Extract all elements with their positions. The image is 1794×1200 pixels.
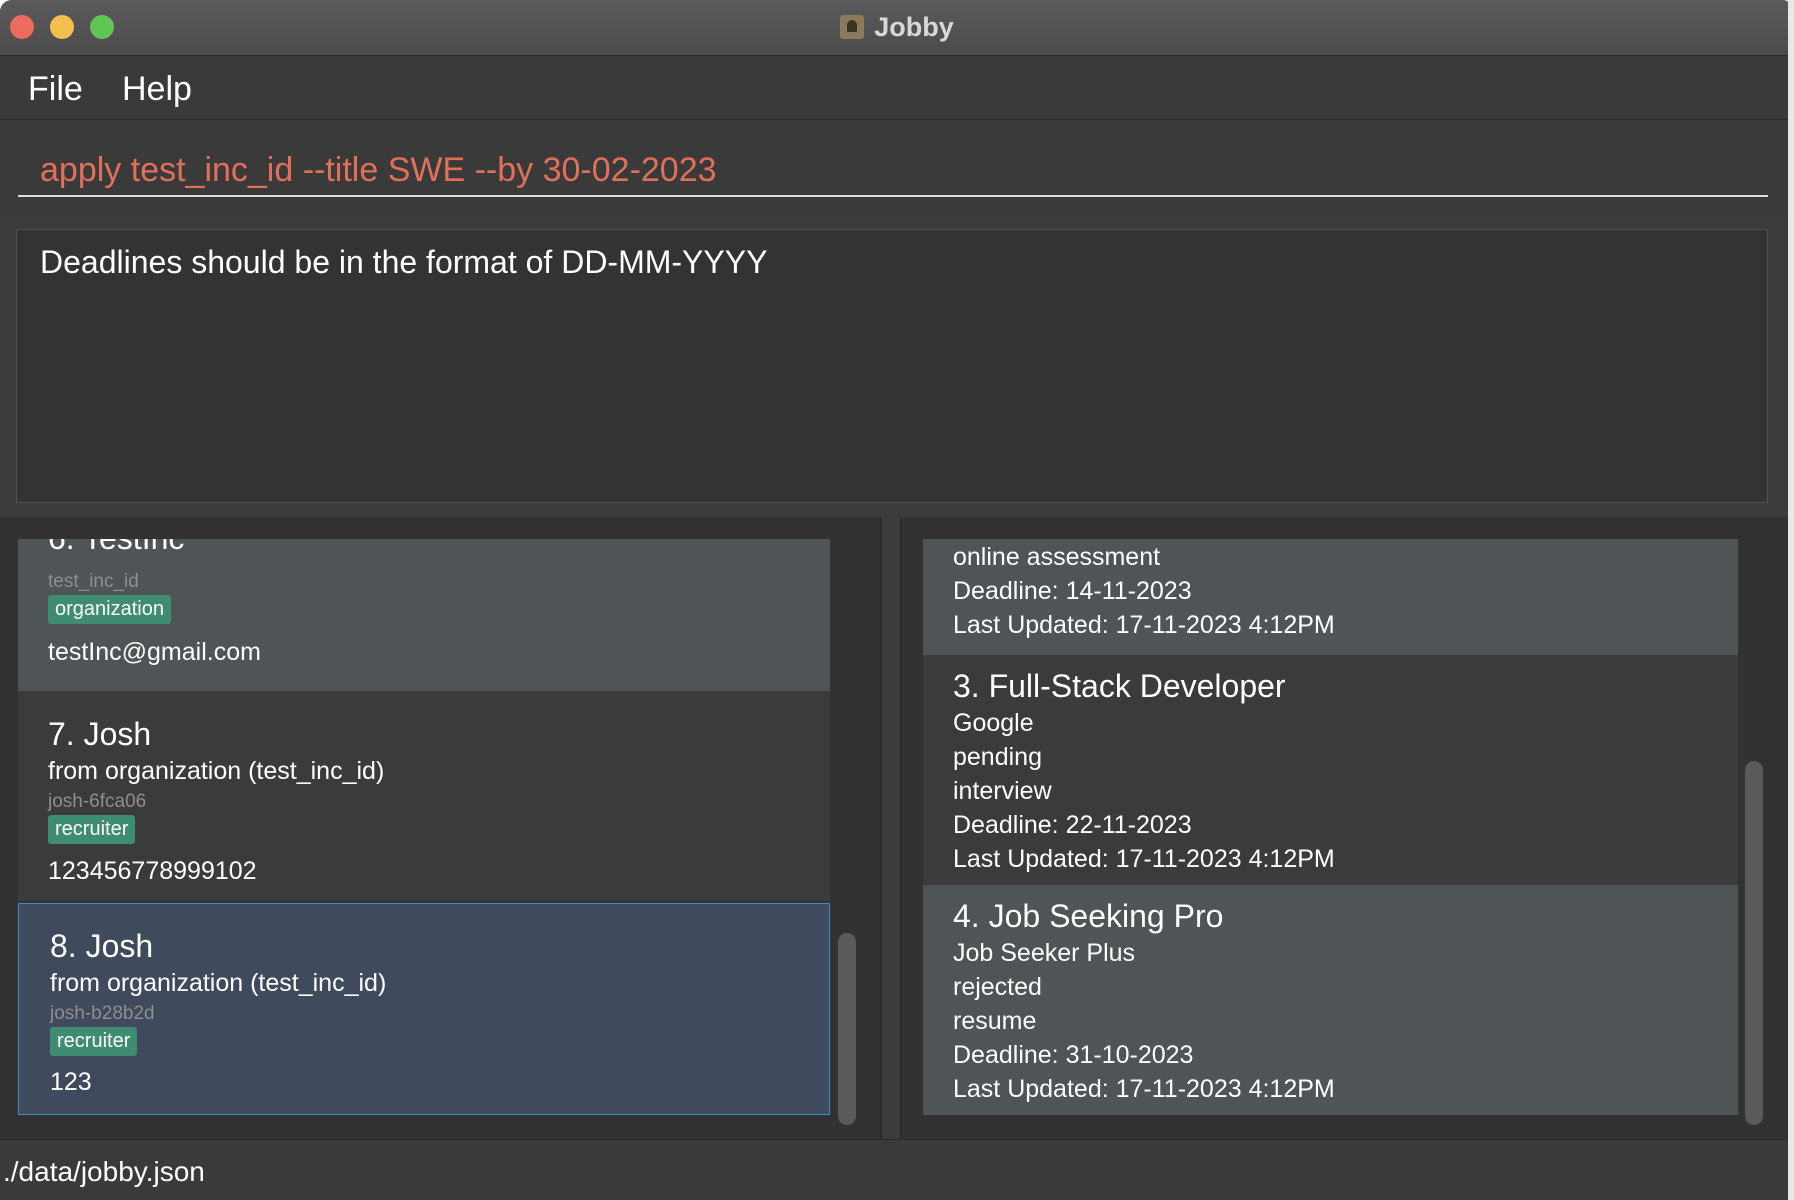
title-bar: Jobby — [0, 0, 1794, 56]
application-last-updated: Last Updated: 17-11-2023 4:12PM — [953, 845, 1335, 873]
contact-list[interactable]: 6. TestInc test_inc_id organization test… — [18, 539, 830, 1135]
contact-card-selected[interactable]: 8. Josh from organization (test_inc_id) … — [18, 903, 830, 1115]
application-list-scrollbar[interactable] — [1745, 761, 1763, 1125]
result-message: Deadlines should be in the format of DD-… — [40, 244, 768, 280]
application-stage: interview — [953, 777, 1052, 805]
contact-organization: from organization (test_inc_id) — [48, 757, 385, 785]
data-file-path: ./data/jobby.json — [3, 1156, 205, 1187]
application-status: rejected — [953, 973, 1042, 1001]
contact-list-panel: 6. TestInc test_inc_id organization test… — [0, 517, 882, 1139]
contact-detail: testInc@gmail.com — [48, 638, 261, 666]
result-display: Deadlines should be in the format of DD-… — [16, 229, 1768, 503]
application-list[interactable]: online assessment Deadline: 14-11-2023 L… — [923, 539, 1738, 1135]
contact-id: test_inc_id — [48, 571, 139, 592]
window-title-wrap: Jobby — [0, 12, 1794, 43]
application-stage: online assessment — [953, 543, 1161, 571]
application-last-updated: Last Updated: 17-11-2023 4:12PM — [953, 611, 1335, 639]
menu-bar: File Help — [0, 56, 1794, 120]
application-last-updated: Last Updated: 17-11-2023 4:12PM — [953, 1075, 1335, 1103]
application-list-panel: online assessment Deadline: 14-11-2023 L… — [900, 517, 1794, 1139]
contact-id: josh-b28b2d — [50, 1003, 155, 1024]
app-icon — [840, 15, 865, 39]
application-company: Google — [953, 709, 1034, 737]
contact-id: josh-6fca06 — [48, 791, 147, 812]
application-deadline: Deadline: 22-11-2023 — [953, 811, 1192, 839]
application-card[interactable]: online assessment Deadline: 14-11-2023 L… — [923, 539, 1738, 655]
application-card[interactable]: 4. Job Seeking Pro Job Seeker Plus rejec… — [923, 885, 1738, 1115]
contact-name: 6. TestInc — [48, 539, 184, 557]
contact-card[interactable]: 7. Josh from organization (test_inc_id) … — [18, 691, 830, 901]
contact-list-scrollbar[interactable] — [838, 933, 856, 1125]
status-bar: ./data/jobby.json — [0, 1139, 1794, 1200]
app-window: Jobby File Help Deadlines should be in t… — [0, 0, 1794, 1200]
application-card[interactable]: 3. Full-Stack Developer Google pending i… — [923, 655, 1738, 885]
command-input[interactable] — [18, 145, 1768, 197]
application-deadline: Deadline: 14-11-2023 — [953, 577, 1192, 605]
contact-name: 7. Josh — [48, 716, 152, 752]
window-title: Jobby — [874, 12, 954, 42]
application-title: 3. Full-Stack Developer — [953, 668, 1286, 704]
application-stage: resume — [953, 1007, 1037, 1035]
application-status: pending — [953, 743, 1042, 771]
application-title: 4. Job Seeking Pro — [953, 898, 1224, 934]
contact-name: 8. Josh — [50, 928, 154, 964]
contact-tag: organization — [48, 595, 171, 624]
contact-tag: recruiter — [50, 1027, 138, 1056]
contact-card[interactable]: 6. TestInc test_inc_id organization test… — [18, 539, 830, 691]
window-edge — [1788, 0, 1794, 1200]
contact-organization: from organization (test_inc_id) — [50, 969, 387, 997]
contact-detail: 123 — [50, 1068, 92, 1096]
contact-detail: 123456778999102 — [48, 857, 257, 885]
menu-help[interactable]: Help — [122, 70, 192, 109]
menu-file[interactable]: File — [28, 70, 83, 109]
contact-tag: recruiter — [48, 815, 136, 844]
application-deadline: Deadline: 31-10-2023 — [953, 1041, 1194, 1069]
application-company: Job Seeker Plus — [953, 939, 1136, 967]
command-area — [0, 121, 1794, 217]
